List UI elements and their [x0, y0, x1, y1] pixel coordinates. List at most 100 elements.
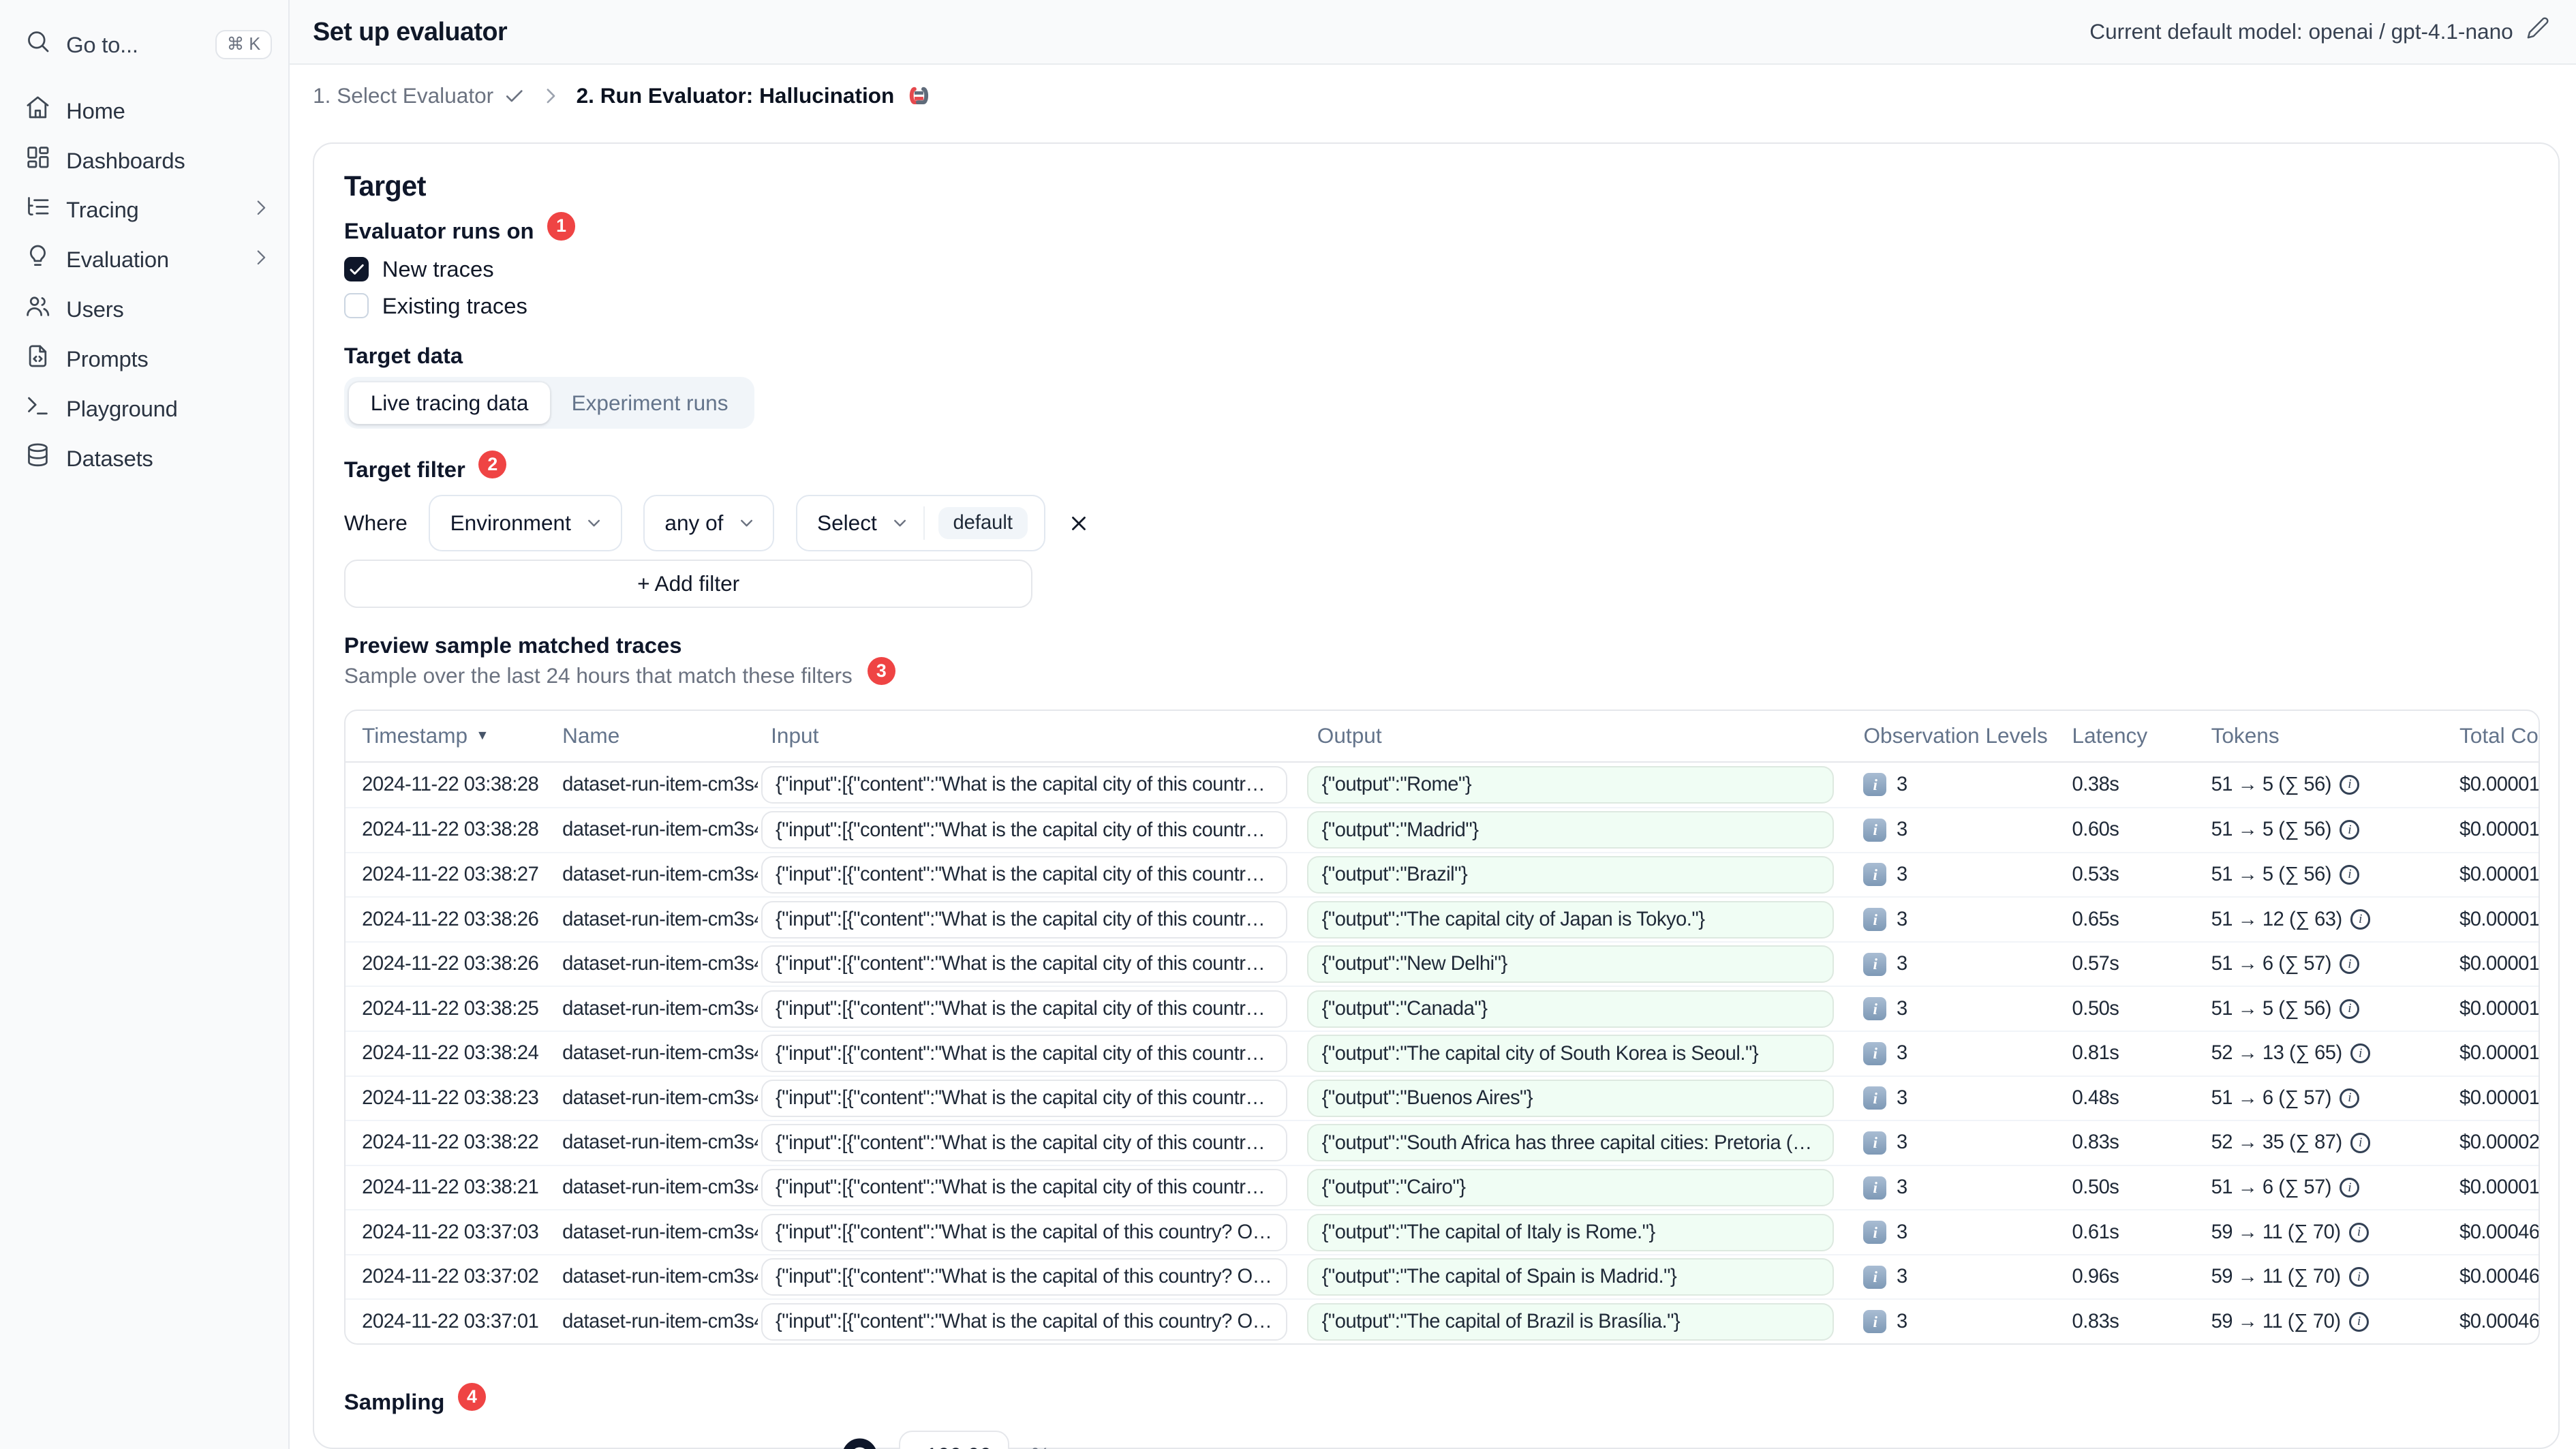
sidebar-item-label: Prompts [66, 346, 149, 372]
column-header-observation-levels[interactable]: Observation Levels [1850, 723, 2059, 748]
goto-shortcut: ⌘ K [215, 30, 272, 59]
tokens-cell: 51 → 5 (∑ 56) i [2198, 998, 2446, 1020]
tab-experiment-runs[interactable]: Experiment runs [550, 382, 750, 424]
info-square-icon: i [1863, 997, 1887, 1021]
observation-levels-cell: i3 [1850, 1131, 2059, 1155]
table-row[interactable]: 2024-11-22 03:38:27 dataset-run-item-cm3s… [345, 851, 2539, 897]
breadcrumb-step1[interactable]: 1. Select Evaluator [313, 83, 525, 108]
table-row[interactable]: 2024-11-22 03:38:25 dataset-run-item-cm3s… [345, 986, 2539, 1031]
table-row[interactable]: 2024-11-22 03:38:26 dataset-run-item-cm3s… [345, 941, 2539, 986]
goto-search[interactable]: Go to... ⌘ K [0, 16, 288, 73]
table-row[interactable]: 2024-11-22 03:37:01 dataset-run-item-cm3s… [345, 1298, 2539, 1343]
tokens-cell: 51 → 5 (∑ 56) i [2198, 819, 2446, 841]
input-cell: {"input":[{"content":"What is the capita… [758, 765, 1304, 804]
chevron-right-icon [540, 85, 562, 107]
table-row[interactable]: 2024-11-22 03:38:28 dataset-run-item-cm3s… [345, 807, 2539, 852]
breadcrumb: 1. Select Evaluator 2. Run Evaluator: Ha… [290, 64, 2576, 128]
column-header-timestamp[interactable]: Timestamp ▼ [346, 723, 549, 748]
percent-label: % [1031, 1443, 1050, 1448]
sidebar-item-evaluation[interactable]: Evaluation [0, 235, 288, 285]
table-row[interactable]: 2024-11-22 03:37:03 dataset-run-item-cm3s… [345, 1209, 2539, 1254]
sidebar-item-home[interactable]: Home [0, 86, 288, 136]
info-square-icon: i [1863, 1041, 1887, 1065]
output-cell: {"output":"The capital of Spain is Madri… [1304, 1258, 1850, 1296]
table-row[interactable]: 2024-11-22 03:38:23 dataset-run-item-cm3s… [345, 1075, 2539, 1120]
output-cell: {"output":"Canada"} [1304, 990, 1850, 1028]
filter-value-select[interactable]: Select default [795, 495, 1046, 551]
where-label: Where [343, 510, 408, 536]
column-header-output[interactable]: Output [1304, 723, 1850, 748]
step-badge-2: 2 [478, 450, 507, 479]
input-cell: {"input":[{"content":"What is the capita… [758, 1302, 1304, 1341]
app-window: Go to... ⌘ K Home Dashboards Tracing Evalua… [0, 0, 2576, 1449]
input-json-chip: {"input":[{"content":"What is the capita… [761, 1302, 1288, 1341]
checkbox-existing-traces[interactable]: Existing traces [343, 292, 2540, 320]
name-cell: dataset-run-item-cm3s4 [562, 997, 758, 1020]
tokens-cell: 51 → 6 (∑ 57) i [2198, 1176, 2446, 1199]
sampling-value-input[interactable]: 100.00 [898, 1431, 1010, 1449]
tokens-cell: 51 → 12 (∑ 63) i [2198, 909, 2446, 931]
sort-desc-icon: ▼ [476, 728, 489, 744]
output-cell: {"output":"Cairo"} [1304, 1169, 1850, 1207]
info-square-icon: i [1863, 1310, 1887, 1334]
sampling-slider[interactable] [344, 1431, 878, 1449]
column-header-input[interactable]: Input [758, 723, 1304, 748]
filter-operator-select[interactable]: any of [643, 495, 775, 551]
name-cell: dataset-run-item-cm3s4 [562, 819, 758, 841]
home-icon [25, 94, 51, 127]
latency-cell: 0.57s [2072, 953, 2119, 975]
slider-handle[interactable] [842, 1438, 878, 1449]
total-cost-cell: $0.000011 ( [2459, 819, 2539, 841]
output-json-chip: {"output":"Brazil"} [1307, 855, 1834, 894]
info-circle-icon: i [2348, 1222, 2369, 1242]
sampling-label: Sampling 4 [344, 1382, 2540, 1416]
remove-filter-button[interactable] [1067, 512, 1090, 535]
column-header-latency[interactable]: Latency [2059, 723, 2198, 748]
sidebar-item-users[interactable]: Users [0, 285, 288, 335]
users-icon [25, 293, 51, 326]
table-row[interactable]: 2024-11-22 03:38:22 dataset-run-item-cm3s… [345, 1120, 2539, 1165]
table-row[interactable]: 2024-11-22 03:38:28 dataset-run-item-cm3s… [346, 763, 2539, 808]
add-filter-button[interactable]: + Add filter [343, 560, 1033, 608]
sidebar-item-prompts[interactable]: Prompts [0, 335, 288, 384]
input-cell: {"input":[{"content":"What is the capita… [758, 1035, 1304, 1073]
checkbox-new-traces[interactable]: New traces [343, 255, 2540, 283]
output-cell: {"output":"The capital city of Japan is … [1304, 900, 1850, 939]
sidebar-item-dashboards[interactable]: Dashboards [0, 136, 288, 185]
checkbox-icon[interactable] [343, 293, 369, 318]
output-json-chip: {"output":"The capital city of South Kor… [1307, 1035, 1834, 1073]
tab-live-tracing-data[interactable]: Live tracing data [349, 382, 550, 424]
filter-column-select[interactable]: Environment [429, 495, 622, 551]
output-cell: {"output":"South Africa has three capita… [1304, 1124, 1850, 1162]
observation-levels-cell: i3 [1850, 952, 2059, 976]
info-circle-icon: i [2340, 1177, 2360, 1198]
output-json-chip: {"output":"Canada"} [1307, 990, 1834, 1028]
edit-pencil-icon[interactable] [2526, 16, 2549, 46]
output-json-chip: {"output":"The capital of Brazil is Bras… [1307, 1302, 1834, 1341]
timestamp-cell: 2024-11-22 03:38:24 [362, 1042, 539, 1065]
tokens-cell: 52 → 13 (∑ 65) i [2198, 1042, 2446, 1065]
info-circle-icon: i [2340, 774, 2360, 795]
input-json-chip: {"input":[{"content":"What is the capita… [761, 855, 1288, 894]
column-header-name[interactable]: Name [549, 723, 758, 748]
column-header-tokens[interactable]: Tokens [2198, 723, 2446, 748]
output-json-chip: {"output":"South Africa has three capita… [1307, 1124, 1834, 1162]
target-data-tabs: Live tracing data Experiment runs [343, 377, 755, 429]
sidebar-item-tracing[interactable]: Tracing [0, 185, 288, 235]
output-cell: {"output":"The capital of Brazil is Bras… [1304, 1302, 1850, 1341]
timestamp-cell: 2024-11-22 03:38:28 [362, 773, 539, 795]
table-row[interactable]: 2024-11-22 03:38:26 dataset-run-item-cm3s… [345, 896, 2539, 941]
observation-levels-cell: i3 [1850, 863, 2059, 887]
sidebar-item-playground[interactable]: Playground [0, 384, 288, 434]
checkbox-icon[interactable] [343, 256, 369, 282]
input-json-chip: {"input":[{"content":"What is the capita… [761, 990, 1288, 1028]
input-json-chip: {"input":[{"content":"What is the capita… [761, 1169, 1288, 1207]
table-row[interactable]: 2024-11-22 03:37:02 dataset-run-item-cm3s… [345, 1253, 2539, 1299]
latency-cell: 0.96s [2072, 1266, 2119, 1288]
output-cell: {"output":"The capital of Italy is Rome.… [1304, 1213, 1850, 1251]
table-row[interactable]: 2024-11-22 03:38:24 dataset-run-item-cm3s… [345, 1031, 2539, 1076]
column-header-total-cost[interactable]: Total Cost [2447, 723, 2539, 748]
sidebar-item-datasets[interactable]: Datasets [0, 433, 288, 483]
observation-levels-cell: i3 [1850, 1265, 2059, 1289]
table-row[interactable]: 2024-11-22 03:38:21 dataset-run-item-cm3s… [345, 1164, 2539, 1210]
